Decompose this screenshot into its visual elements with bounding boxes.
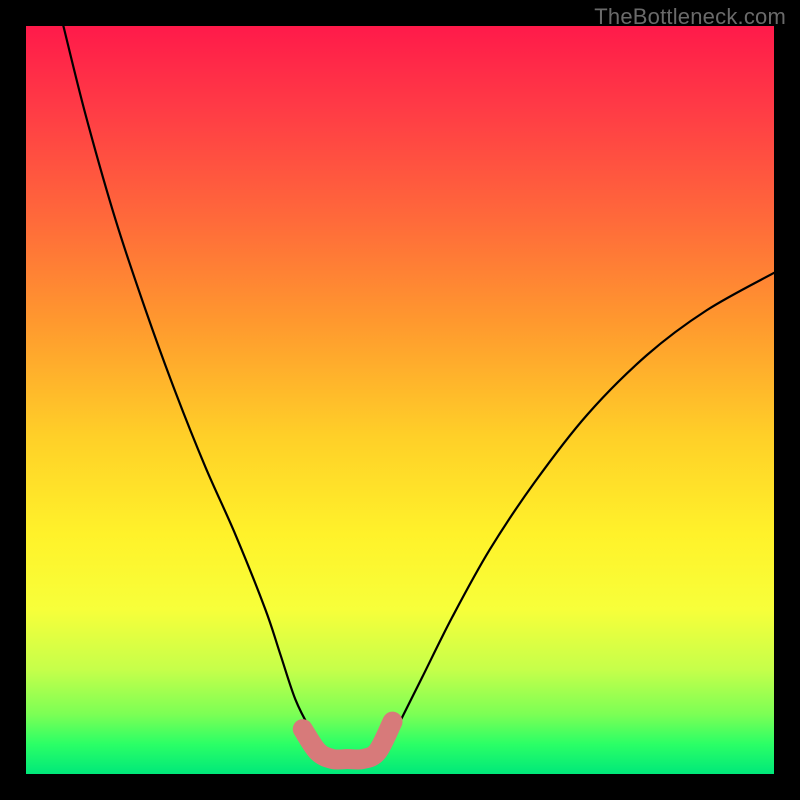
bottom-band <box>26 26 774 774</box>
chart-stage: TheBottleneck.com <box>0 0 800 800</box>
bottom-band-stroke <box>303 722 393 760</box>
plot-area <box>26 26 774 774</box>
